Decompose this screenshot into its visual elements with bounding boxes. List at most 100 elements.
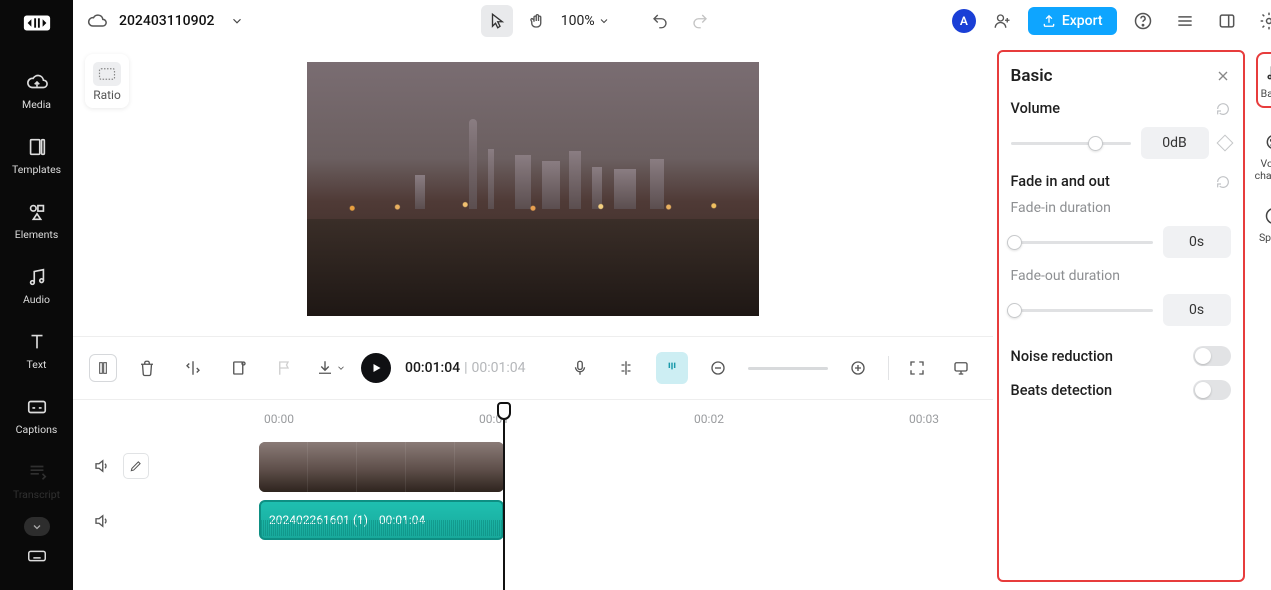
nav-templates[interactable]: Templates (0, 123, 73, 188)
elements-icon (25, 200, 49, 224)
volume-slider[interactable] (1011, 142, 1131, 145)
timeline-ruler[interactable]: 00:00 00:01 00:02 00:03 (73, 404, 993, 434)
fullscreen-button[interactable] (901, 352, 933, 384)
zoom-in-button[interactable] (842, 352, 874, 384)
audio-clip[interactable]: 202402261601 (1) 00:01:04 (259, 500, 504, 540)
speed-icon (1262, 204, 1271, 228)
beats-detection-row: Beats detection (1011, 380, 1231, 400)
nav-media[interactable]: Media (0, 58, 73, 123)
present-button[interactable] (945, 352, 977, 384)
video-clip[interactable] (259, 442, 504, 492)
panel-title: Basic (1011, 66, 1053, 86)
fade-in-value[interactable]: 0s (1163, 226, 1231, 258)
nav-text[interactable]: Text (0, 318, 73, 383)
split-button[interactable] (89, 354, 117, 382)
undo-button[interactable] (644, 5, 676, 37)
keyboard-icon (25, 544, 49, 568)
tick-label: 00:03 (909, 412, 939, 426)
zoom-level[interactable]: 100% (561, 13, 610, 29)
video-track (73, 440, 993, 492)
tick-label: 00:02 (694, 412, 724, 426)
snap-button[interactable] (656, 352, 688, 384)
reset-icon[interactable] (1215, 101, 1231, 117)
text-icon (25, 330, 49, 354)
ratio-button[interactable]: Ratio (85, 54, 129, 108)
volume-section: Volume 0dB (1011, 100, 1231, 159)
cloud-upload-icon (25, 70, 49, 94)
properties-panel: Basic Volume 0dB Fade in and out (997, 50, 1245, 582)
redo-button[interactable] (684, 5, 716, 37)
delete-button[interactable] (131, 352, 163, 384)
left-sidebar: Media Templates Elements Audio Text Capt… (0, 0, 73, 590)
nav-keyboard[interactable] (0, 536, 73, 576)
panels-button[interactable] (1211, 5, 1243, 37)
volume-value[interactable]: 0dB (1141, 127, 1209, 159)
app-logo[interactable] (19, 8, 55, 38)
templates-icon (25, 135, 49, 159)
export-label: Export (1062, 13, 1103, 29)
beats-label: Beats detection (1011, 382, 1113, 399)
expand-nav-button[interactable] (24, 517, 50, 536)
noise-reduction-toggle[interactable] (1193, 346, 1231, 366)
nav-label: Captions (16, 423, 58, 436)
timeline: 00:00 00:01 00:02 00:03 (73, 400, 993, 590)
rail-tab-basic[interactable]: Basic (1256, 52, 1271, 108)
track-mute-button[interactable] (91, 505, 113, 537)
track-edit-button[interactable] (123, 453, 149, 479)
rail-label: Speed (1259, 232, 1271, 244)
nav-transcript: Transcript (0, 448, 73, 513)
help-button[interactable] (1127, 5, 1159, 37)
export-button[interactable]: Export (1028, 7, 1117, 35)
rail-tab-voice-changer[interactable]: Voice changer (1249, 130, 1271, 182)
beats-detection-toggle[interactable] (1193, 380, 1231, 400)
add-collaborator-button[interactable] (986, 5, 1018, 37)
current-time: 00:01:04 (405, 360, 460, 376)
close-icon[interactable] (1215, 68, 1231, 84)
flag-button[interactable] (269, 352, 301, 384)
reset-icon[interactable] (1215, 174, 1231, 190)
layers-button[interactable] (1169, 5, 1201, 37)
nav-audio[interactable]: Audio (0, 253, 73, 318)
split-clip-button[interactable] (177, 352, 209, 384)
right-rail: Basic Voice changer Speed (1249, 42, 1271, 590)
align-button[interactable] (610, 352, 642, 384)
hand-tool[interactable] (521, 5, 553, 37)
project-name[interactable]: 202403110902 (119, 13, 214, 29)
zoom-out-button[interactable] (702, 352, 734, 384)
topbar: 202403110902 100% A Export (73, 0, 1271, 42)
nav-label: Templates (12, 163, 61, 176)
fade-in-label: Fade-in duration (1011, 200, 1231, 216)
transport-bar: 00:01:04|00:01:04 (73, 336, 993, 400)
captions-icon (25, 395, 49, 419)
keyframe-icon[interactable] (1216, 135, 1233, 152)
cloud-sync-icon[interactable] (87, 11, 107, 31)
timeline-zoom-slider[interactable] (748, 367, 828, 370)
fade-section: Fade in and out Fade-in duration 0s Fade… (1011, 173, 1231, 326)
fade-out-value[interactable]: 0s (1163, 294, 1231, 326)
user-avatar[interactable]: A (952, 9, 976, 33)
time-display: 00:01:04|00:01:04 (405, 360, 526, 376)
nav-elements[interactable]: Elements (0, 188, 73, 253)
download-button[interactable] (315, 352, 347, 384)
fade-in-slider[interactable] (1011, 241, 1153, 244)
play-button[interactable] (361, 353, 391, 383)
rail-tab-speed[interactable]: Speed (1259, 204, 1271, 244)
audio-icon (25, 265, 49, 289)
fade-label: Fade in and out (1011, 173, 1110, 190)
cursor-tool[interactable] (481, 5, 513, 37)
nav-label: Text (27, 358, 47, 371)
track-mute-button[interactable] (91, 450, 113, 482)
settings-button[interactable] (1253, 5, 1271, 37)
transcript-icon (25, 460, 49, 484)
nav-captions[interactable]: Captions (0, 383, 73, 448)
playhead[interactable] (503, 405, 505, 590)
chevron-down-icon[interactable] (230, 14, 244, 28)
fade-out-label: Fade-out duration (1011, 268, 1231, 284)
ratio-label: Ratio (93, 88, 121, 102)
noise-reduction-row: Noise reduction (1011, 346, 1231, 366)
video-preview[interactable] (307, 62, 759, 316)
fade-out-slider[interactable] (1011, 309, 1153, 312)
voice-changer-icon (1262, 130, 1271, 154)
crop-button[interactable] (223, 352, 255, 384)
mic-button[interactable] (564, 352, 596, 384)
